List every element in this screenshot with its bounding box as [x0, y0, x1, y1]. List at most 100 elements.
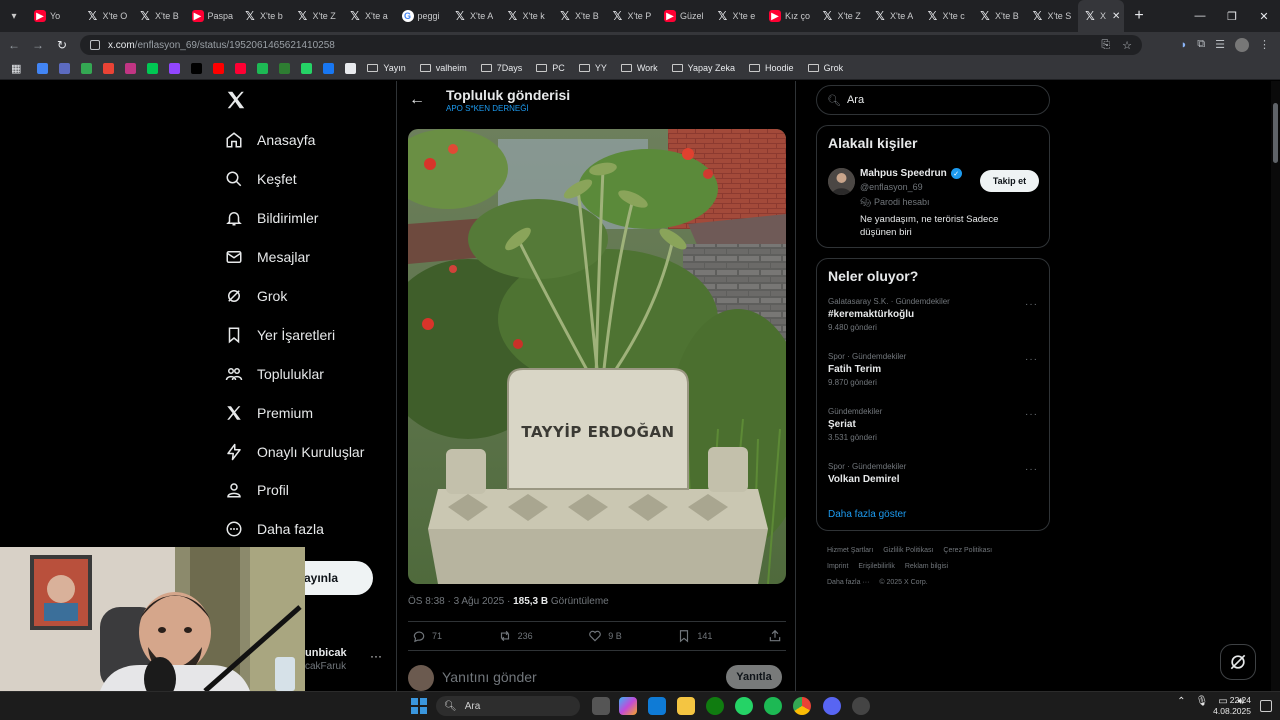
bookmark-item[interactable]: Work [620, 63, 658, 73]
new-tab-button[interactable]: + [1124, 7, 1154, 25]
obs-icon[interactable] [852, 697, 870, 715]
reply-button[interactable]: Yanıtla [726, 665, 782, 689]
back-arrow-icon[interactable]: ← [2, 38, 26, 52]
browser-tab[interactable]: 𝕏 X'te k [501, 0, 554, 32]
site-info-icon[interactable] [90, 40, 100, 50]
install-app-icon[interactable]: ⎘ [1101, 39, 1110, 52]
more-dots-icon[interactable]: ··· [1025, 409, 1038, 420]
browser-tab[interactable]: 𝕏 X'te e [711, 0, 764, 32]
microphone-icon[interactable]: 🎙︎ [1196, 696, 1209, 707]
restore-button[interactable]: ❐ [1216, 0, 1248, 32]
start-windows-icon[interactable] [411, 698, 427, 714]
minimize-button[interactable]: — [1184, 0, 1216, 32]
grok-floating-button[interactable] [1220, 644, 1256, 680]
footer-link[interactable]: Çerez Politikası [943, 547, 992, 554]
nav-item-explore[interactable]: Keşfet [225, 164, 297, 194]
chrome-icon[interactable] [793, 697, 811, 715]
post-date[interactable]: 3 Ağu 2025 [454, 596, 505, 607]
browser-tab[interactable]: 𝕏 X'te B [973, 0, 1026, 32]
bookmark-item[interactable]: 7Days [480, 63, 522, 73]
more-dots-icon[interactable]: ··· [1025, 464, 1038, 475]
bookmark-favicon-icon[interactable] [235, 62, 247, 74]
browser-tab[interactable]: 𝕏 X'te B [133, 0, 186, 32]
more-dots-icon[interactable]: ··· [1025, 299, 1038, 310]
search-box[interactable]: 🔍︎ [816, 85, 1050, 115]
side-panel-icon[interactable]: ☰ [1215, 38, 1225, 51]
apps-grid-icon[interactable]: ▦ [11, 62, 21, 75]
search-input[interactable] [846, 94, 1027, 106]
community-name-link[interactable]: APO S*KEN DERNEĞİ [446, 104, 529, 113]
browser-tab[interactable]: Gpeggi [396, 0, 449, 32]
bookmark-favicon-icon[interactable] [301, 62, 313, 74]
tab-search-chevron-icon[interactable]: ▾ [0, 0, 28, 32]
show-more-link[interactable]: Daha fazla göster [828, 509, 906, 520]
nav-item-home[interactable]: Anasayfa [225, 125, 315, 155]
task-view-icon[interactable] [592, 697, 610, 715]
bookmark-item[interactable]: Yapay Zeka [671, 63, 735, 73]
post-image[interactable]: TAYYİP ERDOĞAN [408, 129, 786, 584]
footer-link[interactable]: Hizmet Şartları [827, 547, 873, 554]
post-time[interactable]: ÖS 8:38 [408, 596, 445, 607]
bookmark-favicon-icon[interactable] [345, 62, 357, 74]
nav-item-more[interactable]: Daha fazla [225, 514, 324, 544]
bookmark-favicon-icon[interactable] [279, 62, 291, 74]
reload-icon[interactable]: ↻ [50, 38, 74, 52]
address-bar[interactable]: x.com/enflasyon_69/status/19520614656214… [80, 35, 1142, 55]
browser-tab[interactable]: 𝕏 X'te a [343, 0, 396, 32]
nav-item-notifications[interactable]: Bildirimler [225, 203, 318, 233]
footer-link[interactable]: Reklam bilgisi [905, 563, 948, 570]
trend-item[interactable]: Spor · Gündemdekiler Fatih Terim 9.870 g… [828, 352, 1038, 396]
more-dots-icon[interactable]: ··· [370, 649, 382, 663]
bookmark-action[interactable]: 141 [677, 629, 712, 643]
bookmark-favicon-icon[interactable] [191, 62, 203, 74]
browser-tab[interactable]: 𝕏 X'te A [868, 0, 921, 32]
bookmark-item[interactable]: Grok [807, 63, 843, 73]
browser-tab[interactable]: 𝕏 X'te B [553, 0, 606, 32]
taskbar-search[interactable]: 🔍︎ Ara [436, 696, 580, 716]
trend-item[interactable]: Galatasaray S.K. · Gündemdekiler #kerema… [828, 297, 1038, 341]
reply-input[interactable]: Yanıtını gönder [442, 669, 537, 685]
bookmark-favicon-icon[interactable] [257, 62, 269, 74]
person-name-row[interactable]: Mahpus Speedrun ✓ [860, 168, 962, 179]
browser-tab[interactable]: 𝕏 X'te P [606, 0, 659, 32]
store-icon[interactable] [648, 697, 666, 715]
bookmark-item[interactable]: PC [536, 63, 565, 73]
bookmark-favicon-icon[interactable] [125, 62, 137, 74]
copilot-icon[interactable] [619, 697, 637, 715]
more-dots-icon[interactable]: ··· [1025, 354, 1038, 365]
reply-action[interactable]: 71 [412, 629, 442, 643]
like-action[interactable]: 9 B [588, 629, 622, 643]
scrollbar-thumb[interactable] [1273, 103, 1278, 163]
footer-link[interactable]: Imprint [827, 563, 848, 570]
bookmark-favicon-icon[interactable] [147, 62, 159, 74]
close-tab-icon[interactable]: ✕ [1112, 11, 1120, 22]
bookmark-favicon-icon[interactable] [213, 62, 225, 74]
nav-item-profile[interactable]: Profil [225, 475, 289, 505]
bookmark-favicon-icon[interactable] [37, 62, 49, 74]
profile-avatar[interactable] [1235, 37, 1249, 52]
file-explorer-icon[interactable] [677, 697, 695, 715]
x-logo-icon[interactable] [225, 89, 247, 111]
browser-tab[interactable]: 𝕏 X'te c [921, 0, 974, 32]
close-window-button[interactable]: ✕ [1248, 0, 1280, 32]
nav-item-premium[interactable]: Premium [225, 398, 313, 428]
browser-tab[interactable]: 𝕏 X'te b [238, 0, 291, 32]
browser-tab[interactable]: 𝕏 X'te A [448, 0, 501, 32]
forward-arrow-icon[interactable]: → [26, 38, 50, 52]
repost-action[interactable]: 236 [498, 629, 533, 643]
browser-tab[interactable]: 𝕏 X'te O [81, 0, 134, 32]
browser-tab[interactable]: ▶ Kız ço [763, 0, 816, 32]
nav-item-bookmarks[interactable]: Yer İşaretleri [225, 320, 335, 350]
person-handle[interactable]: @enflasyon_69 [860, 182, 923, 192]
bookmark-item[interactable]: Yayın [367, 63, 406, 73]
footer-link[interactable]: Erişilebilirlik [858, 563, 895, 570]
nav-item-verified-orgs[interactable]: Onaylı Kuruluşlar [225, 437, 364, 467]
browser-tab[interactable]: 𝕏 X'te Z [291, 0, 344, 32]
trend-item[interactable]: Spor · Gündemdekiler Volkan Demirel ··· [828, 462, 1038, 506]
footer-link[interactable]: Gizlilik Politikası [883, 547, 933, 554]
footer-link[interactable]: Daha fazla ··· [827, 579, 869, 586]
system-clock[interactable]: 22:24 4.08.2025 [1213, 695, 1251, 717]
kebab-menu-icon[interactable]: ⋮ [1259, 38, 1270, 51]
bookmark-favicon-icon[interactable] [169, 62, 181, 74]
xbox-icon[interactable] [706, 697, 724, 715]
